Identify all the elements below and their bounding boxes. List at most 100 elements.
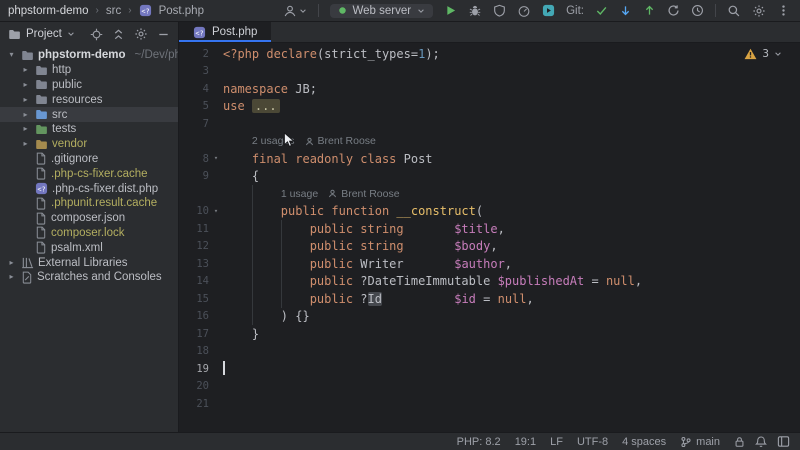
tree-item-php-cs-fixer-dist-php[interactable]: <? .php-cs-fixer.dist.php — [0, 181, 178, 196]
status-php-8-2[interactable]: PHP: 8.2 — [457, 436, 501, 448]
code-line-11[interactable]: 11 public string $title, — [179, 220, 800, 238]
breadcrumb-item-post-php[interactable]: Post.php — [159, 5, 204, 17]
line-number[interactable]: 7 — [179, 118, 209, 130]
code-line-13[interactable]: 13 public Writer $author, — [179, 255, 800, 273]
usages-hint[interactable]: 2 usages — [252, 135, 295, 147]
code-line-2[interactable]: 2 <?php declare(strict_types=1); — [179, 45, 800, 63]
tree-item-composer-lock[interactable]: composer.lock — [0, 226, 178, 241]
code-line-12[interactable]: 12 public string $body, — [179, 238, 800, 256]
chevron-right-icon[interactable]: ▸ — [20, 66, 31, 74]
code-line-17[interactable]: 17 } — [179, 325, 800, 343]
author-hint[interactable]: Brent Roose — [328, 188, 400, 200]
line-number[interactable]: 9 — [179, 170, 209, 182]
line-number[interactable]: 3 — [179, 65, 209, 77]
breadcrumb-item-phpstorm-demo[interactable]: phpstorm-demo — [8, 5, 89, 17]
chevron-right-icon[interactable]: ▸ — [20, 95, 31, 104]
line-number[interactable]: 4 — [179, 83, 209, 95]
inlay-hint[interactable]: 2 usages Brent Roose — [179, 133, 800, 151]
collapse-all-button[interactable] — [112, 28, 125, 41]
tree-item-phpunit-result-cache[interactable]: .phpunit.result.cache — [0, 196, 178, 211]
fold-toggle-icon[interactable]: ▾ — [209, 155, 223, 162]
code-line-18[interactable]: 18 — [179, 343, 800, 361]
debug-button[interactable] — [468, 4, 482, 18]
tree-item-php-cs-fixer-cache[interactable]: .php-cs-fixer.cache — [0, 166, 178, 181]
tree-item-public[interactable]: ▸ public — [0, 78, 178, 93]
chevron-right-icon[interactable]: ▸ — [20, 125, 31, 133]
panel-options-button[interactable] — [134, 27, 148, 41]
hide-panel-button[interactable] — [157, 28, 170, 41]
chevron-right-icon[interactable]: ▸ — [20, 110, 31, 119]
tree-item-vendor[interactable]: ▸ vendor — [0, 137, 178, 152]
chevron-right-icon[interactable]: ▸ — [20, 80, 31, 89]
code-line-3[interactable]: 3 — [179, 63, 800, 81]
panel-title[interactable]: Project — [26, 28, 62, 40]
code-area[interactable]: 3 2 <?php declare(strict_types=1); 3 4 names… — [179, 43, 800, 432]
status-lf[interactable]: LF — [550, 436, 563, 448]
code-line-20[interactable]: 20 — [179, 378, 800, 396]
tree-item-scratches-and-consoles[interactable]: ▸ Scratches and Consoles — [0, 270, 178, 285]
run-button[interactable] — [444, 4, 457, 17]
notifications-button[interactable] — [755, 435, 767, 448]
tree-item-psalm-xml[interactable]: psalm.xml — [0, 240, 178, 255]
tree-item-composer-json[interactable]: composer.json — [0, 211, 178, 226]
inspections-widget[interactable]: 3 — [744, 47, 782, 60]
lock-indicator[interactable] — [734, 436, 745, 448]
tree-item-tests[interactable]: ▸ tests — [0, 122, 178, 137]
tree-item-http[interactable]: ▸ http — [0, 63, 178, 78]
status-utf-8[interactable]: UTF-8 — [577, 436, 608, 448]
code-line-19[interactable]: 19 — [179, 360, 800, 378]
line-number[interactable]: 8 — [179, 153, 209, 165]
tree-item-external-libraries[interactable]: ▸ External Libraries — [0, 255, 178, 270]
author-hint[interactable]: Brent Roose — [305, 135, 376, 147]
line-number[interactable]: 12 — [179, 240, 209, 252]
usages-hint[interactable]: 1 usage — [281, 188, 318, 200]
git-commit-button[interactable] — [595, 4, 608, 17]
code-line-10[interactable]: 10 ▾ public function __construct( — [179, 203, 800, 221]
line-number[interactable]: 14 — [179, 275, 209, 287]
chevron-right-icon[interactable]: ▸ — [6, 273, 17, 281]
chevron-down-icon[interactable]: ▾ — [6, 51, 17, 59]
chevron-right-icon[interactable]: ▸ — [6, 258, 17, 267]
inlay-hint[interactable]: 1 usage Brent Roose — [179, 185, 800, 203]
profiler-button[interactable] — [517, 4, 531, 18]
code-line-8[interactable]: 8 ▾ final readonly class Post — [179, 150, 800, 168]
fold-toggle-icon[interactable]: ▾ — [209, 207, 223, 215]
line-number[interactable]: 17 — [179, 328, 209, 340]
tree-item-gitignore[interactable]: .gitignore — [0, 152, 178, 167]
code-line-21[interactable]: 21 — [179, 395, 800, 413]
git-refresh-button[interactable] — [667, 4, 680, 17]
select-opened-file-button[interactable] — [90, 28, 103, 41]
tree-item-resources[interactable]: ▸ resources — [0, 92, 178, 107]
line-number[interactable]: 20 — [179, 380, 209, 392]
git-branch-widget[interactable]: main — [680, 436, 720, 448]
settings-button[interactable] — [752, 4, 766, 18]
line-number[interactable]: 18 — [179, 345, 209, 357]
search-everywhere-button[interactable] — [727, 4, 741, 18]
code-line-4[interactable]: 4 namespace JB; — [179, 80, 800, 98]
line-number[interactable]: 13 — [179, 258, 209, 270]
code-line-7[interactable]: 7 — [179, 115, 800, 133]
git-push-button[interactable] — [643, 4, 656, 17]
user-account[interactable] — [283, 4, 307, 18]
line-number[interactable]: 19 — [179, 363, 209, 375]
status-19-1[interactable]: 19:1 — [515, 436, 536, 448]
git-update-button[interactable] — [619, 4, 632, 17]
line-number[interactable]: 10 — [179, 205, 209, 217]
window-layout-button[interactable] — [777, 435, 790, 448]
line-number[interactable]: 16 — [179, 310, 209, 322]
line-number[interactable]: 5 — [179, 100, 209, 112]
code-line-9[interactable]: 9 { — [179, 168, 800, 186]
run-config-selector[interactable]: Web server — [329, 3, 434, 18]
line-number[interactable]: 11 — [179, 223, 209, 235]
chevron-down-icon[interactable] — [774, 50, 782, 58]
line-number[interactable]: 2 — [179, 48, 209, 60]
chevron-right-icon[interactable]: ▸ — [20, 140, 31, 148]
services-button[interactable] — [542, 4, 555, 17]
more-actions-button[interactable] — [777, 4, 790, 17]
chevron-down-icon[interactable] — [67, 30, 75, 38]
code-line-14[interactable]: 14 public ?DateTimeImmutable $publishedA… — [179, 273, 800, 291]
code-line-16[interactable]: 16 ) {} — [179, 308, 800, 326]
coverage-button[interactable] — [493, 4, 506, 17]
tree-item-src[interactable]: ▸ src — [0, 107, 178, 122]
git-history-button[interactable] — [691, 4, 704, 17]
